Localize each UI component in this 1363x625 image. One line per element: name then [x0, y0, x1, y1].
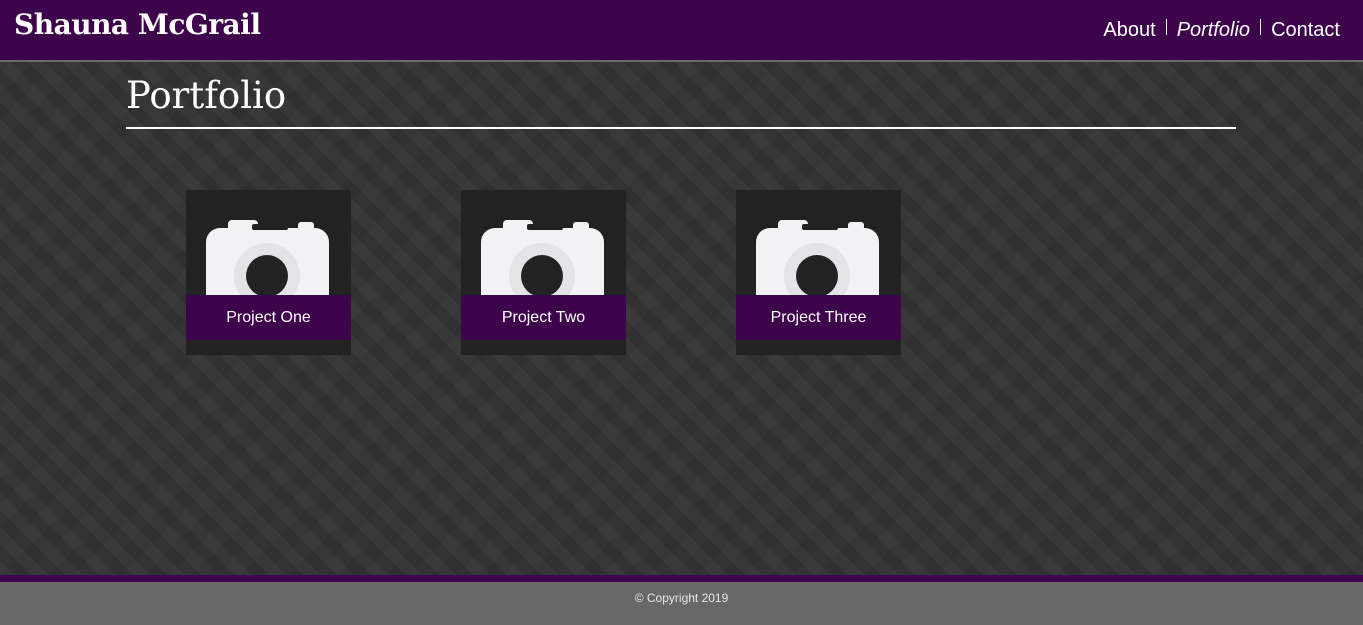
project-title: Project Three — [770, 308, 867, 326]
site-header: Shauna McGrail About Portfolio Contact — [0, 0, 1363, 62]
nav-link-contact[interactable]: Contact — [1271, 17, 1340, 43]
project-label-bar: Project One — [186, 295, 351, 340]
site-footer: © Copyright 2019 — [0, 575, 1363, 625]
project-title: Project Two — [501, 308, 586, 326]
project-card-three[interactable]: Project Three — [736, 190, 901, 355]
project-label-bar: Project Two — [461, 295, 626, 340]
project-card-two[interactable]: Project Two — [461, 190, 626, 355]
project-label-bar: Project Three — [736, 295, 901, 340]
nav-link-portfolio[interactable]: Portfolio — [1177, 17, 1250, 43]
site-name: Shauna McGrail — [14, 8, 261, 41]
main-nav: About Portfolio Contact — [1103, 17, 1340, 43]
nav-link-about[interactable]: About — [1103, 17, 1155, 43]
nav-separator — [1165, 19, 1167, 35]
project-title: Project One — [226, 308, 311, 326]
copyright-text: © Copyright 2019 — [634, 591, 729, 605]
title-divider — [126, 127, 1236, 129]
project-card-one[interactable]: Project One — [186, 190, 351, 355]
nav-separator — [1260, 19, 1262, 35]
page-title: Portfolio — [126, 74, 287, 117]
